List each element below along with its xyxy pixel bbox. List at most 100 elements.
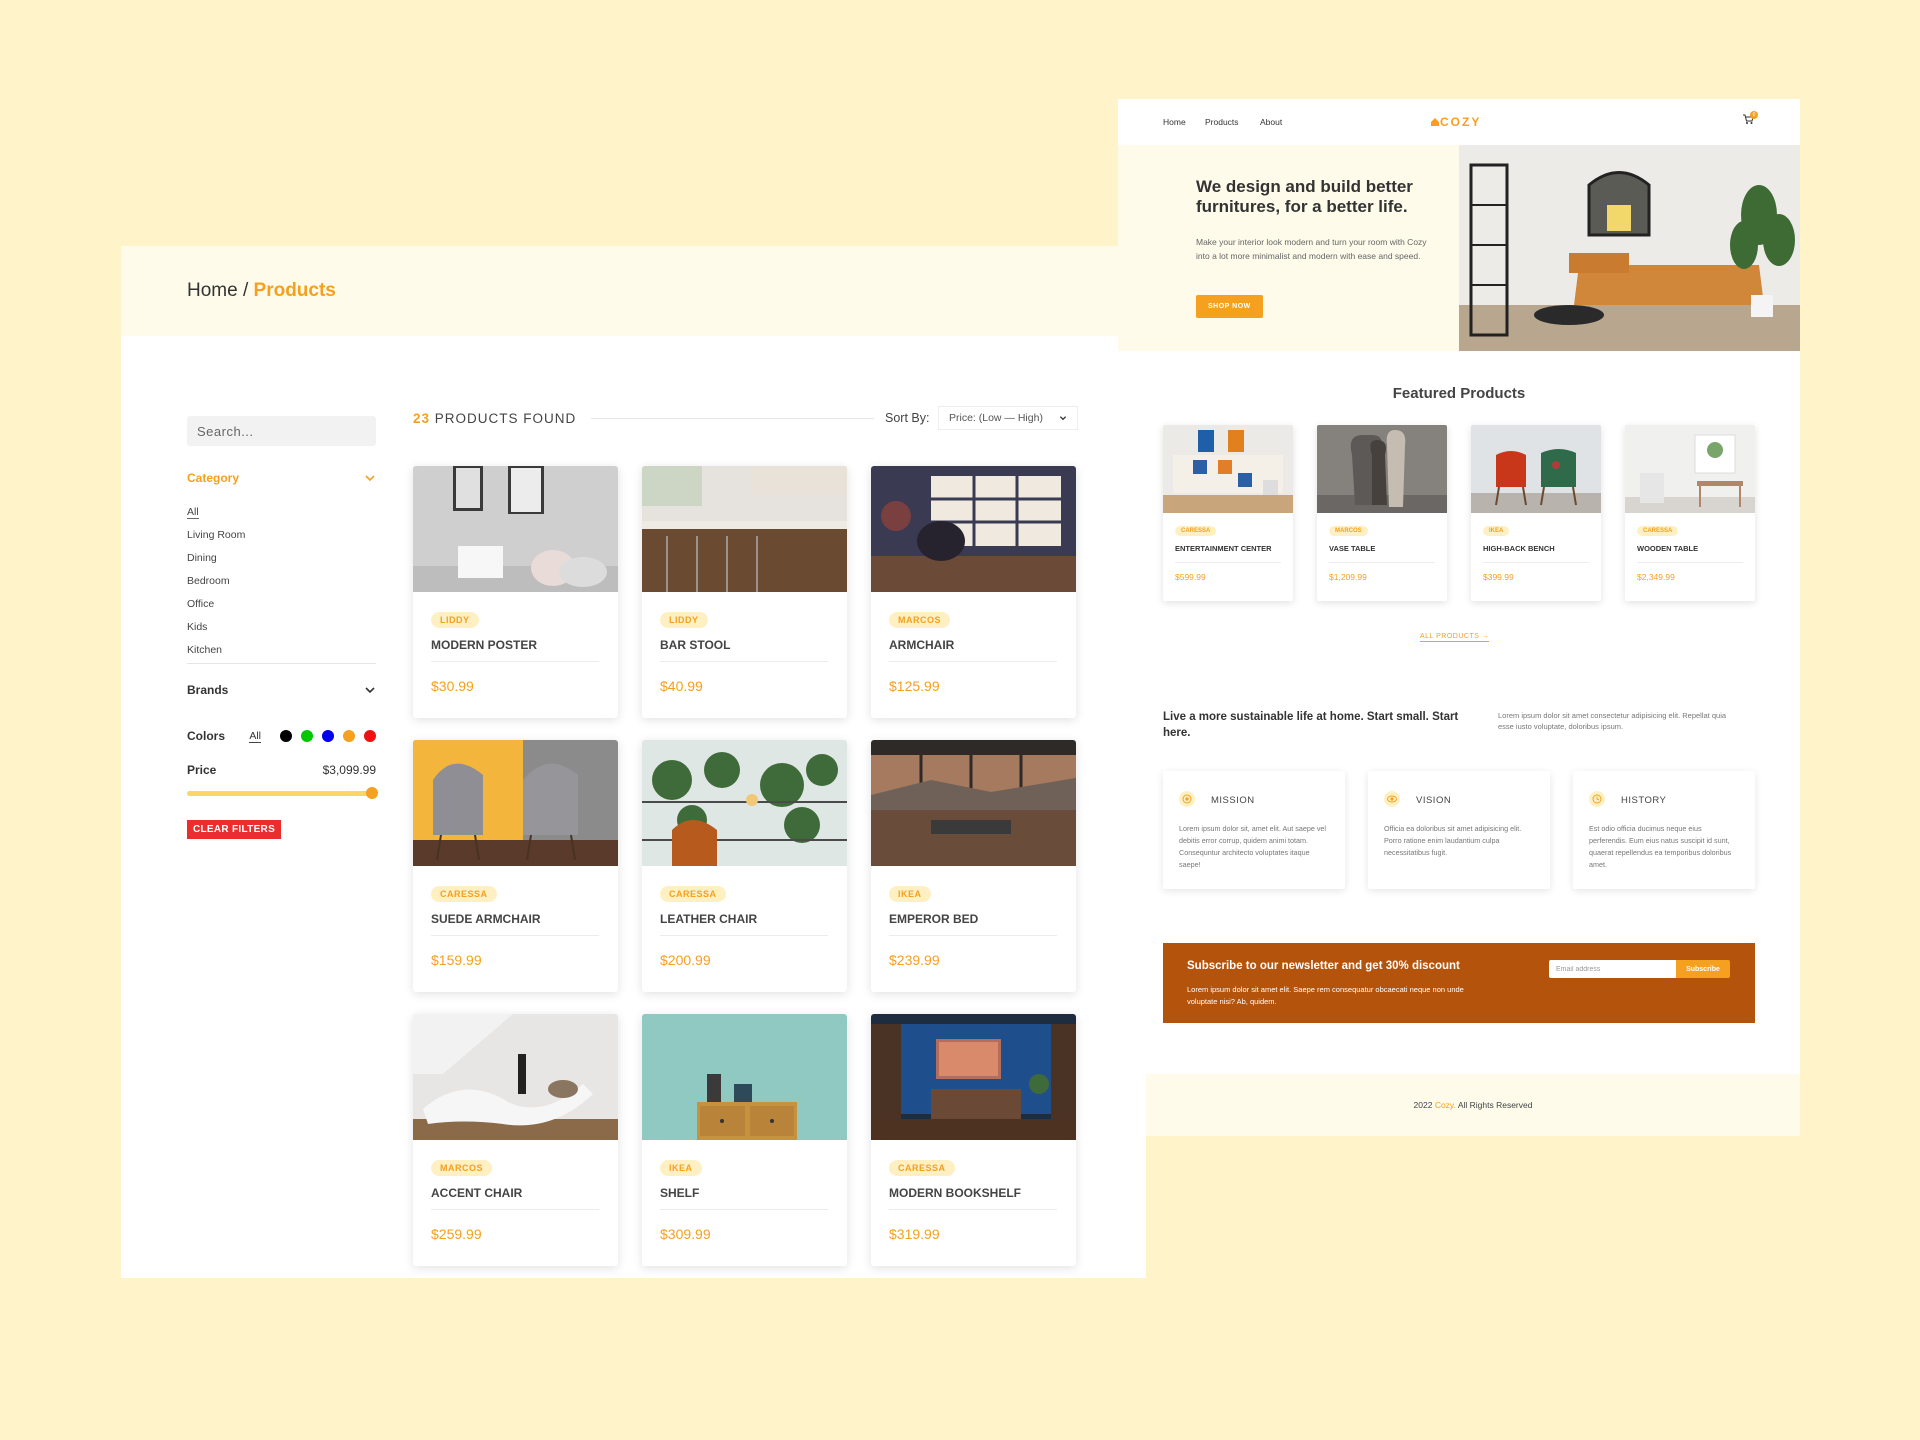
brand-badge: MARCOS bbox=[1329, 526, 1368, 536]
footer: 2022 Cozy. All Rights Reserved bbox=[1146, 1074, 1800, 1136]
category-item-living-room[interactable]: Living Room bbox=[187, 524, 245, 547]
chevron-down-icon bbox=[365, 687, 375, 694]
sustain-title: Live a more sustainable life at home. St… bbox=[1163, 711, 1459, 739]
hero-section: We design and build better furnitures, f… bbox=[1118, 145, 1800, 351]
featured-product-card[interactable]: CARESSA WOODEN TABLE $2,349.99 bbox=[1625, 425, 1755, 601]
subscribe-button[interactable]: Subscribe bbox=[1676, 960, 1730, 978]
category-filter-title: Category bbox=[187, 471, 240, 485]
cart-count-badge: 0 bbox=[1750, 111, 1758, 119]
price-filter: Price $3,099.99 bbox=[187, 763, 376, 777]
sort-select[interactable]: Price: (Low — High) bbox=[938, 406, 1078, 430]
brand-badge: CARESSA bbox=[431, 886, 497, 902]
nav-link-about[interactable]: About bbox=[1260, 117, 1282, 127]
category-item-all[interactable]: All bbox=[187, 501, 245, 524]
product-image-emperor-bed bbox=[871, 740, 1076, 866]
product-card[interactable]: MARCOS ARMCHAIR $125.99 bbox=[871, 466, 1076, 718]
brand-badge: MARCOS bbox=[431, 1160, 492, 1176]
clear-filters-button[interactable]: CLEAR FILTERS bbox=[187, 820, 282, 839]
featured-product-card[interactable]: MARCOS VASE TABLE $1,209.99 bbox=[1317, 425, 1447, 601]
brands-filter-header[interactable]: Brands bbox=[187, 683, 376, 697]
color-swatch-blue[interactable] bbox=[322, 730, 334, 742]
eye-icon bbox=[1384, 791, 1400, 807]
brand-badge: CARESSA bbox=[1175, 526, 1217, 536]
divider bbox=[591, 418, 874, 419]
divider bbox=[187, 663, 376, 664]
newsletter-email-input[interactable] bbox=[1549, 960, 1676, 978]
card-title: MISSION bbox=[1211, 795, 1255, 806]
newsletter-title: Subscribe to our newsletter and get 30% … bbox=[1187, 960, 1460, 972]
divider bbox=[889, 1209, 1057, 1210]
brand-badge: CARESSA bbox=[660, 886, 726, 902]
price-slider-handle[interactable] bbox=[366, 787, 378, 799]
brand-badge: IKEA bbox=[889, 886, 931, 902]
shop-now-button[interactable]: SHOP NOW bbox=[1196, 295, 1263, 318]
product-image-suede-armchair bbox=[413, 740, 618, 866]
divider bbox=[1637, 562, 1743, 563]
card-text: Est odio officia ducimus neque eius perf… bbox=[1589, 824, 1732, 869]
logo[interactable]: COZY bbox=[1430, 115, 1481, 129]
price-slider[interactable] bbox=[187, 787, 378, 799]
product-card[interactable]: IKEA SHELF $309.99 bbox=[642, 1014, 847, 1266]
product-price: $599.99 bbox=[1175, 572, 1206, 582]
divider bbox=[1329, 562, 1435, 563]
product-card[interactable]: IKEA EMPEROR BED $239.99 bbox=[871, 740, 1076, 992]
product-price: $200.99 bbox=[660, 952, 711, 968]
product-image-leather-chair bbox=[642, 740, 847, 866]
breadcrumb-current: Products bbox=[253, 280, 336, 301]
product-image-vase-table bbox=[1317, 425, 1447, 513]
newsletter-description: Lorem ipsum dolor sit amet elit. Saepe r… bbox=[1187, 985, 1464, 1006]
card-title: HISTORY bbox=[1621, 795, 1667, 806]
category-item-kids[interactable]: Kids bbox=[187, 616, 245, 639]
nav-link-products[interactable]: Products bbox=[1205, 117, 1239, 127]
color-swatch-orange[interactable] bbox=[343, 730, 355, 742]
color-swatch-green[interactable] bbox=[301, 730, 313, 742]
all-products-link[interactable]: ALL PRODUCTS → bbox=[1420, 633, 1490, 642]
product-image-wooden-table bbox=[1625, 425, 1755, 513]
color-all-option[interactable]: All bbox=[249, 730, 261, 743]
product-card[interactable]: CARESSA MODERN BOOKSHELF $319.99 bbox=[871, 1014, 1076, 1266]
product-card[interactable]: LIDDY MODERN POSTER $30.99 bbox=[413, 466, 618, 718]
brand-badge: LIDDY bbox=[660, 612, 708, 628]
products-found: 23 PRODUCTS FOUND bbox=[413, 411, 576, 426]
category-item-office[interactable]: Office bbox=[187, 593, 245, 616]
category-filter-header[interactable]: Category bbox=[187, 471, 376, 485]
nav-link-home[interactable]: Home bbox=[1163, 117, 1186, 127]
mission-card: MISSION Lorem ipsum dolor sit, amet elit… bbox=[1163, 771, 1345, 889]
product-card[interactable]: CARESSA LEATHER CHAIR $200.99 bbox=[642, 740, 847, 992]
hero-image bbox=[1459, 145, 1800, 351]
color-swatch-red[interactable] bbox=[364, 730, 376, 742]
product-name: BAR STOOL bbox=[660, 638, 731, 652]
product-price: $125.99 bbox=[889, 678, 940, 694]
color-swatch-black[interactable] bbox=[280, 730, 292, 742]
category-item-bedroom[interactable]: Bedroom bbox=[187, 570, 245, 593]
product-image-shelf bbox=[642, 1014, 847, 1140]
brand-badge: CARESSA bbox=[889, 1160, 955, 1176]
newsletter-section: Subscribe to our newsletter and get 30% … bbox=[1163, 943, 1755, 1023]
product-image-bar-stool bbox=[642, 466, 847, 592]
footer-brand[interactable]: Cozy. bbox=[1435, 1100, 1456, 1110]
brand-badge: LIDDY bbox=[431, 612, 479, 628]
divider bbox=[431, 935, 599, 936]
product-price: $2,349.99 bbox=[1637, 572, 1675, 582]
brand-badge: CARESSA bbox=[1637, 526, 1679, 536]
product-card[interactable]: LIDDY BAR STOOL $40.99 bbox=[642, 466, 847, 718]
category-item-kitchen[interactable]: Kitchen bbox=[187, 639, 245, 662]
product-price: $399.99 bbox=[1483, 572, 1514, 582]
product-card[interactable]: CARESSA SUEDE ARMCHAIR $159.99 bbox=[413, 740, 618, 992]
product-image-modern-bookshelf bbox=[871, 1014, 1076, 1140]
breadcrumb: Home / Products bbox=[187, 280, 336, 302]
product-card[interactable]: MARCOS ACCENT CHAIR $259.99 bbox=[413, 1014, 618, 1266]
footer-rights: All Rights Reserved bbox=[1457, 1100, 1533, 1110]
category-item-dining[interactable]: Dining bbox=[187, 547, 245, 570]
product-price: $309.99 bbox=[660, 1226, 711, 1242]
search-input[interactable] bbox=[187, 416, 376, 446]
colors-filter-title: Colors bbox=[187, 729, 226, 743]
brand-badge: IKEA bbox=[1483, 526, 1510, 536]
product-price: $319.99 bbox=[889, 1226, 940, 1242]
products-found-label: PRODUCTS FOUND bbox=[434, 411, 577, 426]
divider bbox=[889, 935, 1057, 936]
breadcrumb-home-link[interactable]: Home bbox=[187, 280, 238, 301]
featured-product-card[interactable]: CARESSA ENTERTAINMENT CENTER $599.99 bbox=[1163, 425, 1293, 601]
featured-product-card[interactable]: IKEA HIGH-BACK BENCH $399.99 bbox=[1471, 425, 1601, 601]
featured-title: Featured Products bbox=[1392, 385, 1526, 402]
